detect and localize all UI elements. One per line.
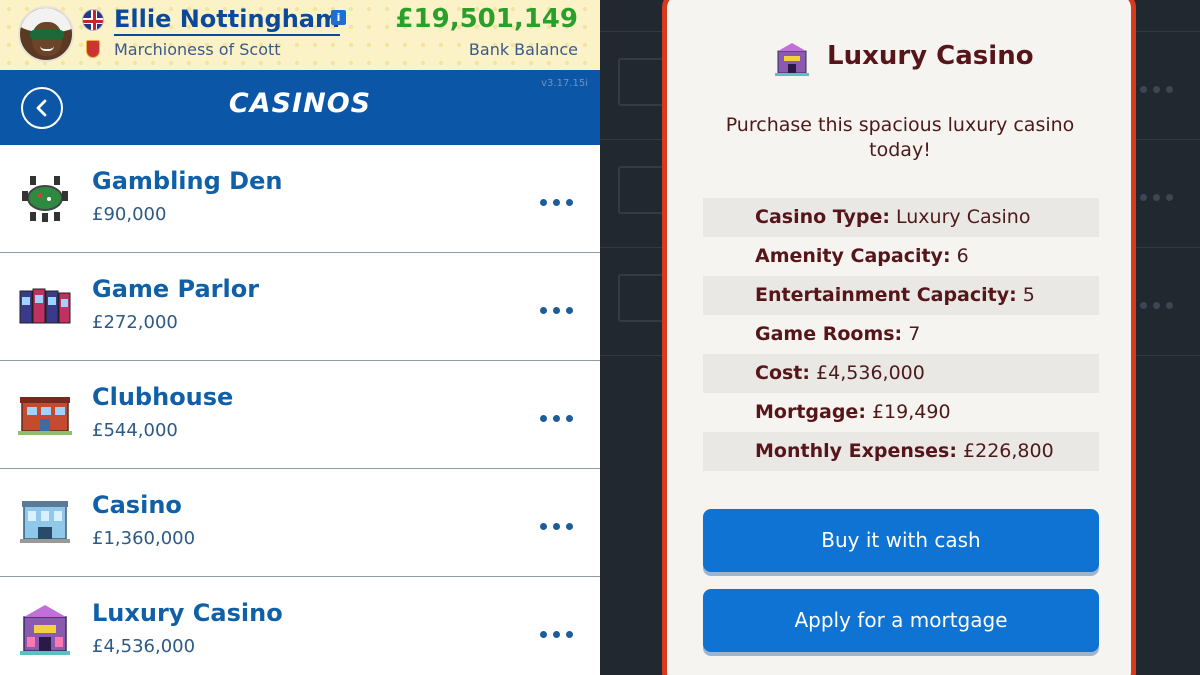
title-bar: CASINOS v3.17.15i: [0, 70, 600, 145]
detail-row: Cost: £4,536,000: [703, 354, 1099, 393]
bank-balance-value: £19,501,149: [395, 4, 578, 34]
version-label: v3.17.15i: [541, 78, 588, 89]
luxury-casino-icon: [20, 605, 70, 655]
detail-row: Game Rooms: 7: [703, 315, 1099, 354]
item-price: £4,536,000: [92, 636, 196, 657]
list-item-clubhouse[interactable]: Clubhouse £544,000: [0, 361, 600, 469]
item-name: Luxury Casino: [92, 599, 283, 627]
more-options-icon[interactable]: [540, 515, 584, 530]
details-table: Casino Type: Luxury Casino Amenity Capac…: [703, 198, 1099, 471]
dimmed-overlay[interactable]: Luxury Casino Purchase this spacious lux…: [600, 0, 1200, 675]
detail-label: Casino Type:: [755, 206, 890, 228]
player-title: Marchioness of Scott: [114, 40, 281, 59]
detail-value: 7: [908, 323, 921, 345]
more-options-icon[interactable]: [540, 623, 584, 638]
casinos-screen: Ellie Nottingham i Marchioness of Scott …: [0, 0, 600, 675]
purchase-modal: Luxury Casino Purchase this spacious lux…: [662, 0, 1136, 675]
gambling-den-icon: [22, 176, 68, 222]
item-name: Game Parlor: [92, 275, 260, 303]
player-header: Ellie Nottingham i Marchioness of Scott …: [0, 0, 600, 70]
item-price: £90,000: [92, 204, 167, 225]
casino-list: Gambling Den £90,000 Game Parlor £272,00…: [0, 145, 600, 675]
crest-icon: [86, 40, 100, 58]
detail-value: £19,490: [871, 401, 951, 423]
modal-description: Purchase this spacious luxury casino tod…: [725, 114, 1075, 161]
detail-value: 6: [956, 245, 969, 267]
list-item-game-parlor[interactable]: Game Parlor £272,000: [0, 253, 600, 361]
player-name-link[interactable]: Ellie Nottingham: [114, 4, 341, 36]
detail-label: Monthly Expenses:: [755, 440, 957, 462]
buy-with-cash-button[interactable]: Buy it with cash: [703, 509, 1099, 572]
detail-label: Entertainment Capacity:: [755, 284, 1017, 306]
detail-row: Casino Type: Luxury Casino: [703, 198, 1099, 237]
modal-title: Luxury Casino: [827, 41, 1034, 71]
game-parlor-icon: [19, 288, 71, 324]
detail-value: £4,536,000: [816, 362, 925, 384]
luxury-casino-icon: [775, 43, 809, 76]
detail-value: £226,800: [963, 440, 1054, 462]
item-name: Casino: [92, 491, 182, 519]
list-item-gambling-den[interactable]: Gambling Den £90,000: [0, 145, 600, 253]
item-name: Clubhouse: [92, 383, 234, 411]
casino-icon: [20, 501, 70, 543]
bank-balance-label: Bank Balance: [468, 40, 578, 59]
info-icon[interactable]: i: [331, 10, 346, 25]
more-options-icon[interactable]: [540, 191, 584, 206]
detail-label: Game Rooms:: [755, 323, 903, 345]
more-options-icon[interactable]: [540, 299, 584, 314]
item-price: £1,360,000: [92, 528, 196, 549]
avatar[interactable]: [18, 6, 74, 62]
uk-flag-icon: [82, 9, 104, 31]
clubhouse-icon: [18, 397, 72, 435]
detail-row: Monthly Expenses: £226,800: [703, 432, 1099, 471]
item-price: £272,000: [92, 312, 178, 333]
detail-label: Mortgage:: [755, 401, 866, 423]
detail-label: Cost:: [755, 362, 810, 384]
apply-mortgage-button[interactable]: Apply for a mortgage: [703, 589, 1099, 652]
detail-label: Amenity Capacity:: [755, 245, 951, 267]
list-item-casino[interactable]: Casino £1,360,000: [0, 469, 600, 577]
detail-row: Mortgage: £19,490: [703, 393, 1099, 432]
detail-row: Entertainment Capacity: 5: [703, 276, 1099, 315]
list-item-luxury-casino[interactable]: Luxury Casino £4,536,000: [0, 577, 600, 675]
more-options-icon[interactable]: [540, 407, 584, 422]
page-title: CASINOS: [228, 88, 372, 119]
item-price: £544,000: [92, 420, 178, 441]
detail-value: 5: [1022, 284, 1035, 306]
detail-value: Luxury Casino: [896, 206, 1031, 228]
item-name: Gambling Den: [92, 167, 283, 195]
detail-row: Amenity Capacity: 6: [703, 237, 1099, 276]
